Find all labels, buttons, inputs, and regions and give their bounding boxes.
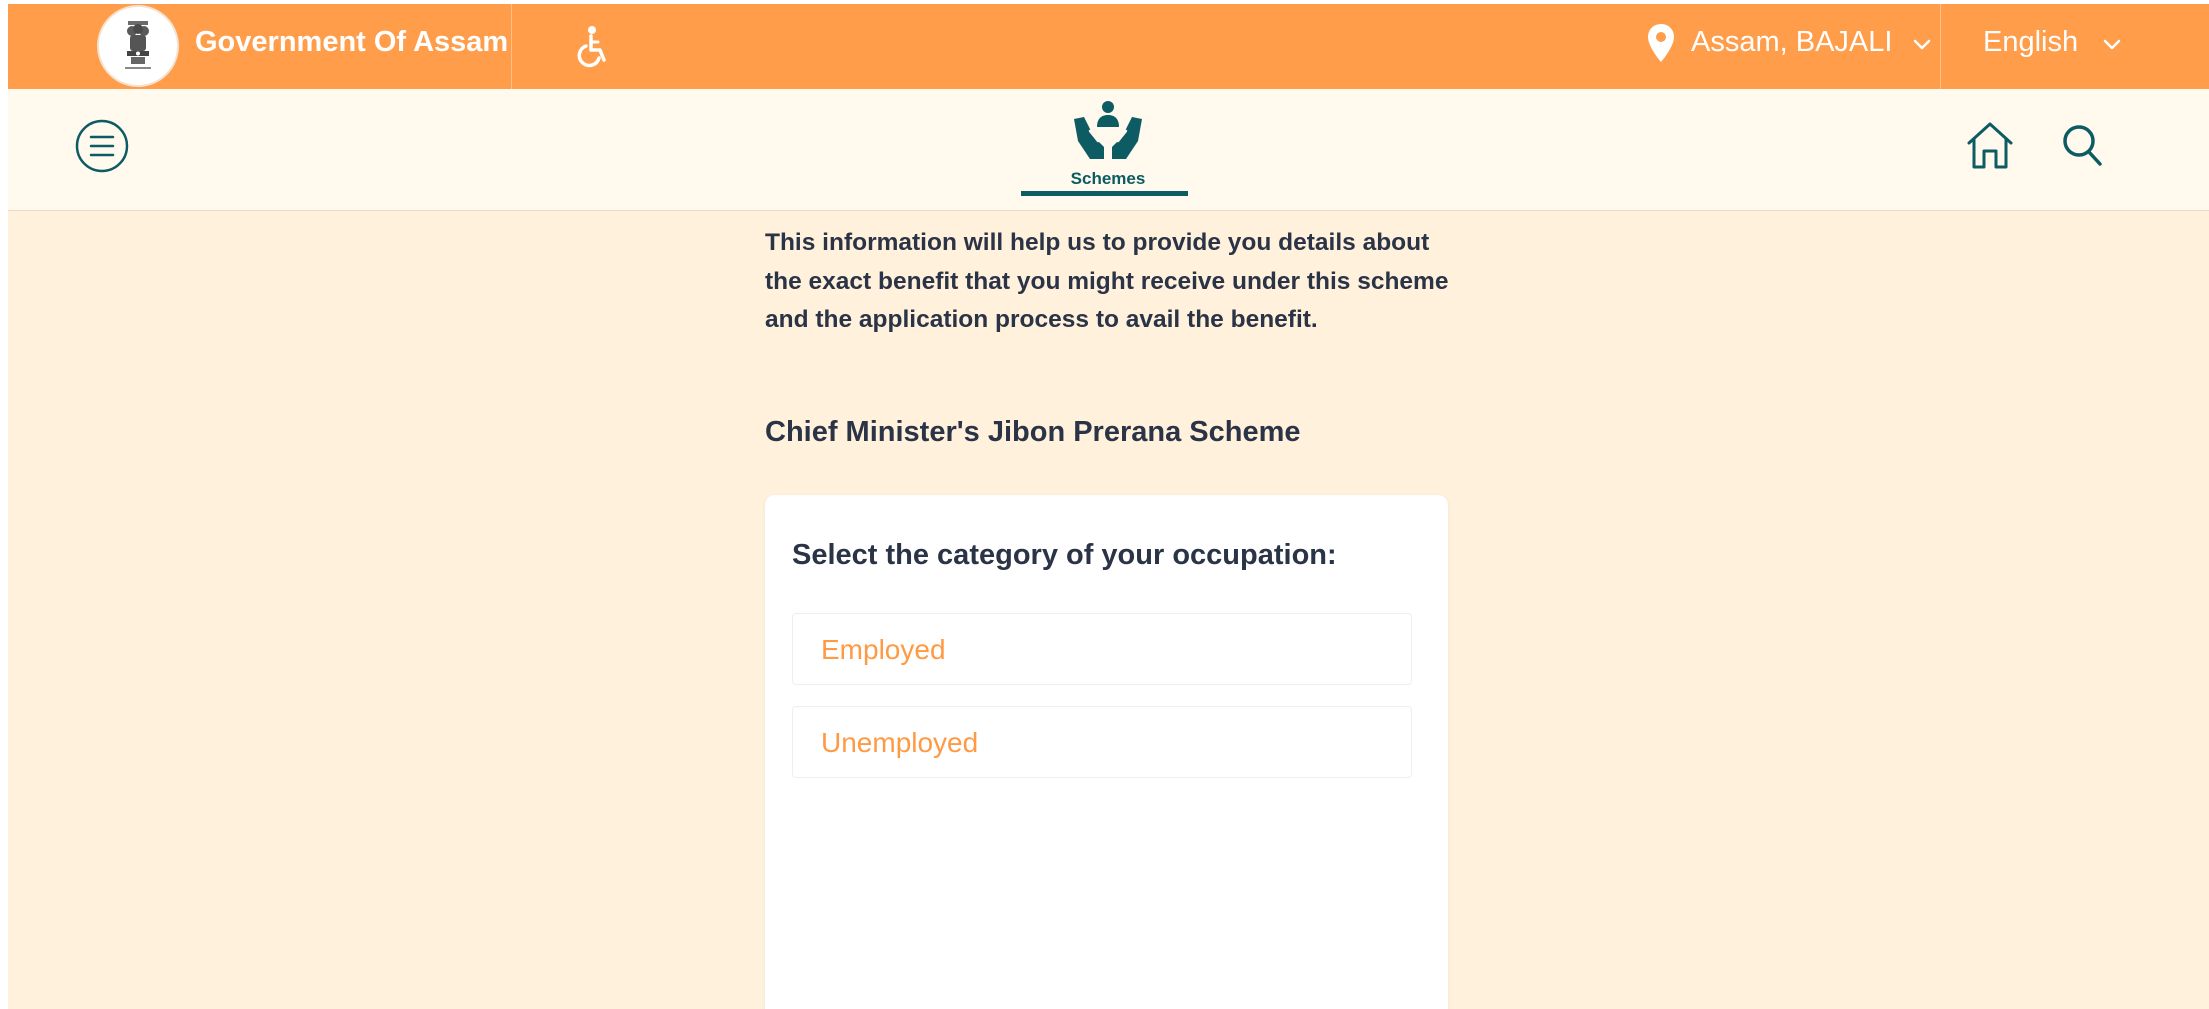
chevron-down-icon[interactable]: [2101, 37, 2123, 53]
hamburger-menu-icon[interactable]: [75, 119, 129, 173]
language-selector[interactable]: English: [1983, 26, 2078, 59]
option-unemployed[interactable]: Unemployed: [792, 706, 1412, 778]
page-frame: Government Of Assam Assam, BAJALI Englis…: [8, 4, 2209, 1009]
state-emblem-icon[interactable]: [97, 5, 179, 87]
option-employed[interactable]: Employed: [792, 613, 1412, 685]
divider: [511, 4, 512, 89]
option-label: Employed: [821, 634, 946, 665]
question-label: Select the category of your occupation:: [792, 539, 1337, 571]
divider: [1940, 4, 1941, 89]
map-pin-icon[interactable]: [1645, 22, 1677, 66]
home-icon[interactable]: [1964, 119, 2016, 173]
search-icon[interactable]: [2060, 122, 2104, 168]
active-tab-indicator: [1021, 191, 1188, 196]
scheme-name-heading: Chief Minister's Jibon Prerana Scheme: [765, 416, 1301, 448]
option-label: Unemployed: [821, 727, 979, 758]
government-title: Government Of Assam: [195, 26, 509, 58]
question-card: Select the category of your occupation: …: [765, 495, 1448, 1009]
info-text: This information will help us to provide…: [765, 229, 1449, 333]
wheelchair-icon[interactable]: [574, 24, 610, 68]
schemes-tab-label[interactable]: Schemes: [1018, 169, 1198, 189]
chevron-down-icon[interactable]: [1911, 37, 1933, 53]
location-selector[interactable]: Assam, BAJALI: [1691, 26, 1892, 59]
nav-bar: Schemes: [8, 89, 2209, 211]
schemes-hands-icon[interactable]: [1068, 97, 1148, 165]
top-bar: Government Of Assam Assam, BAJALI Englis…: [8, 4, 2209, 89]
